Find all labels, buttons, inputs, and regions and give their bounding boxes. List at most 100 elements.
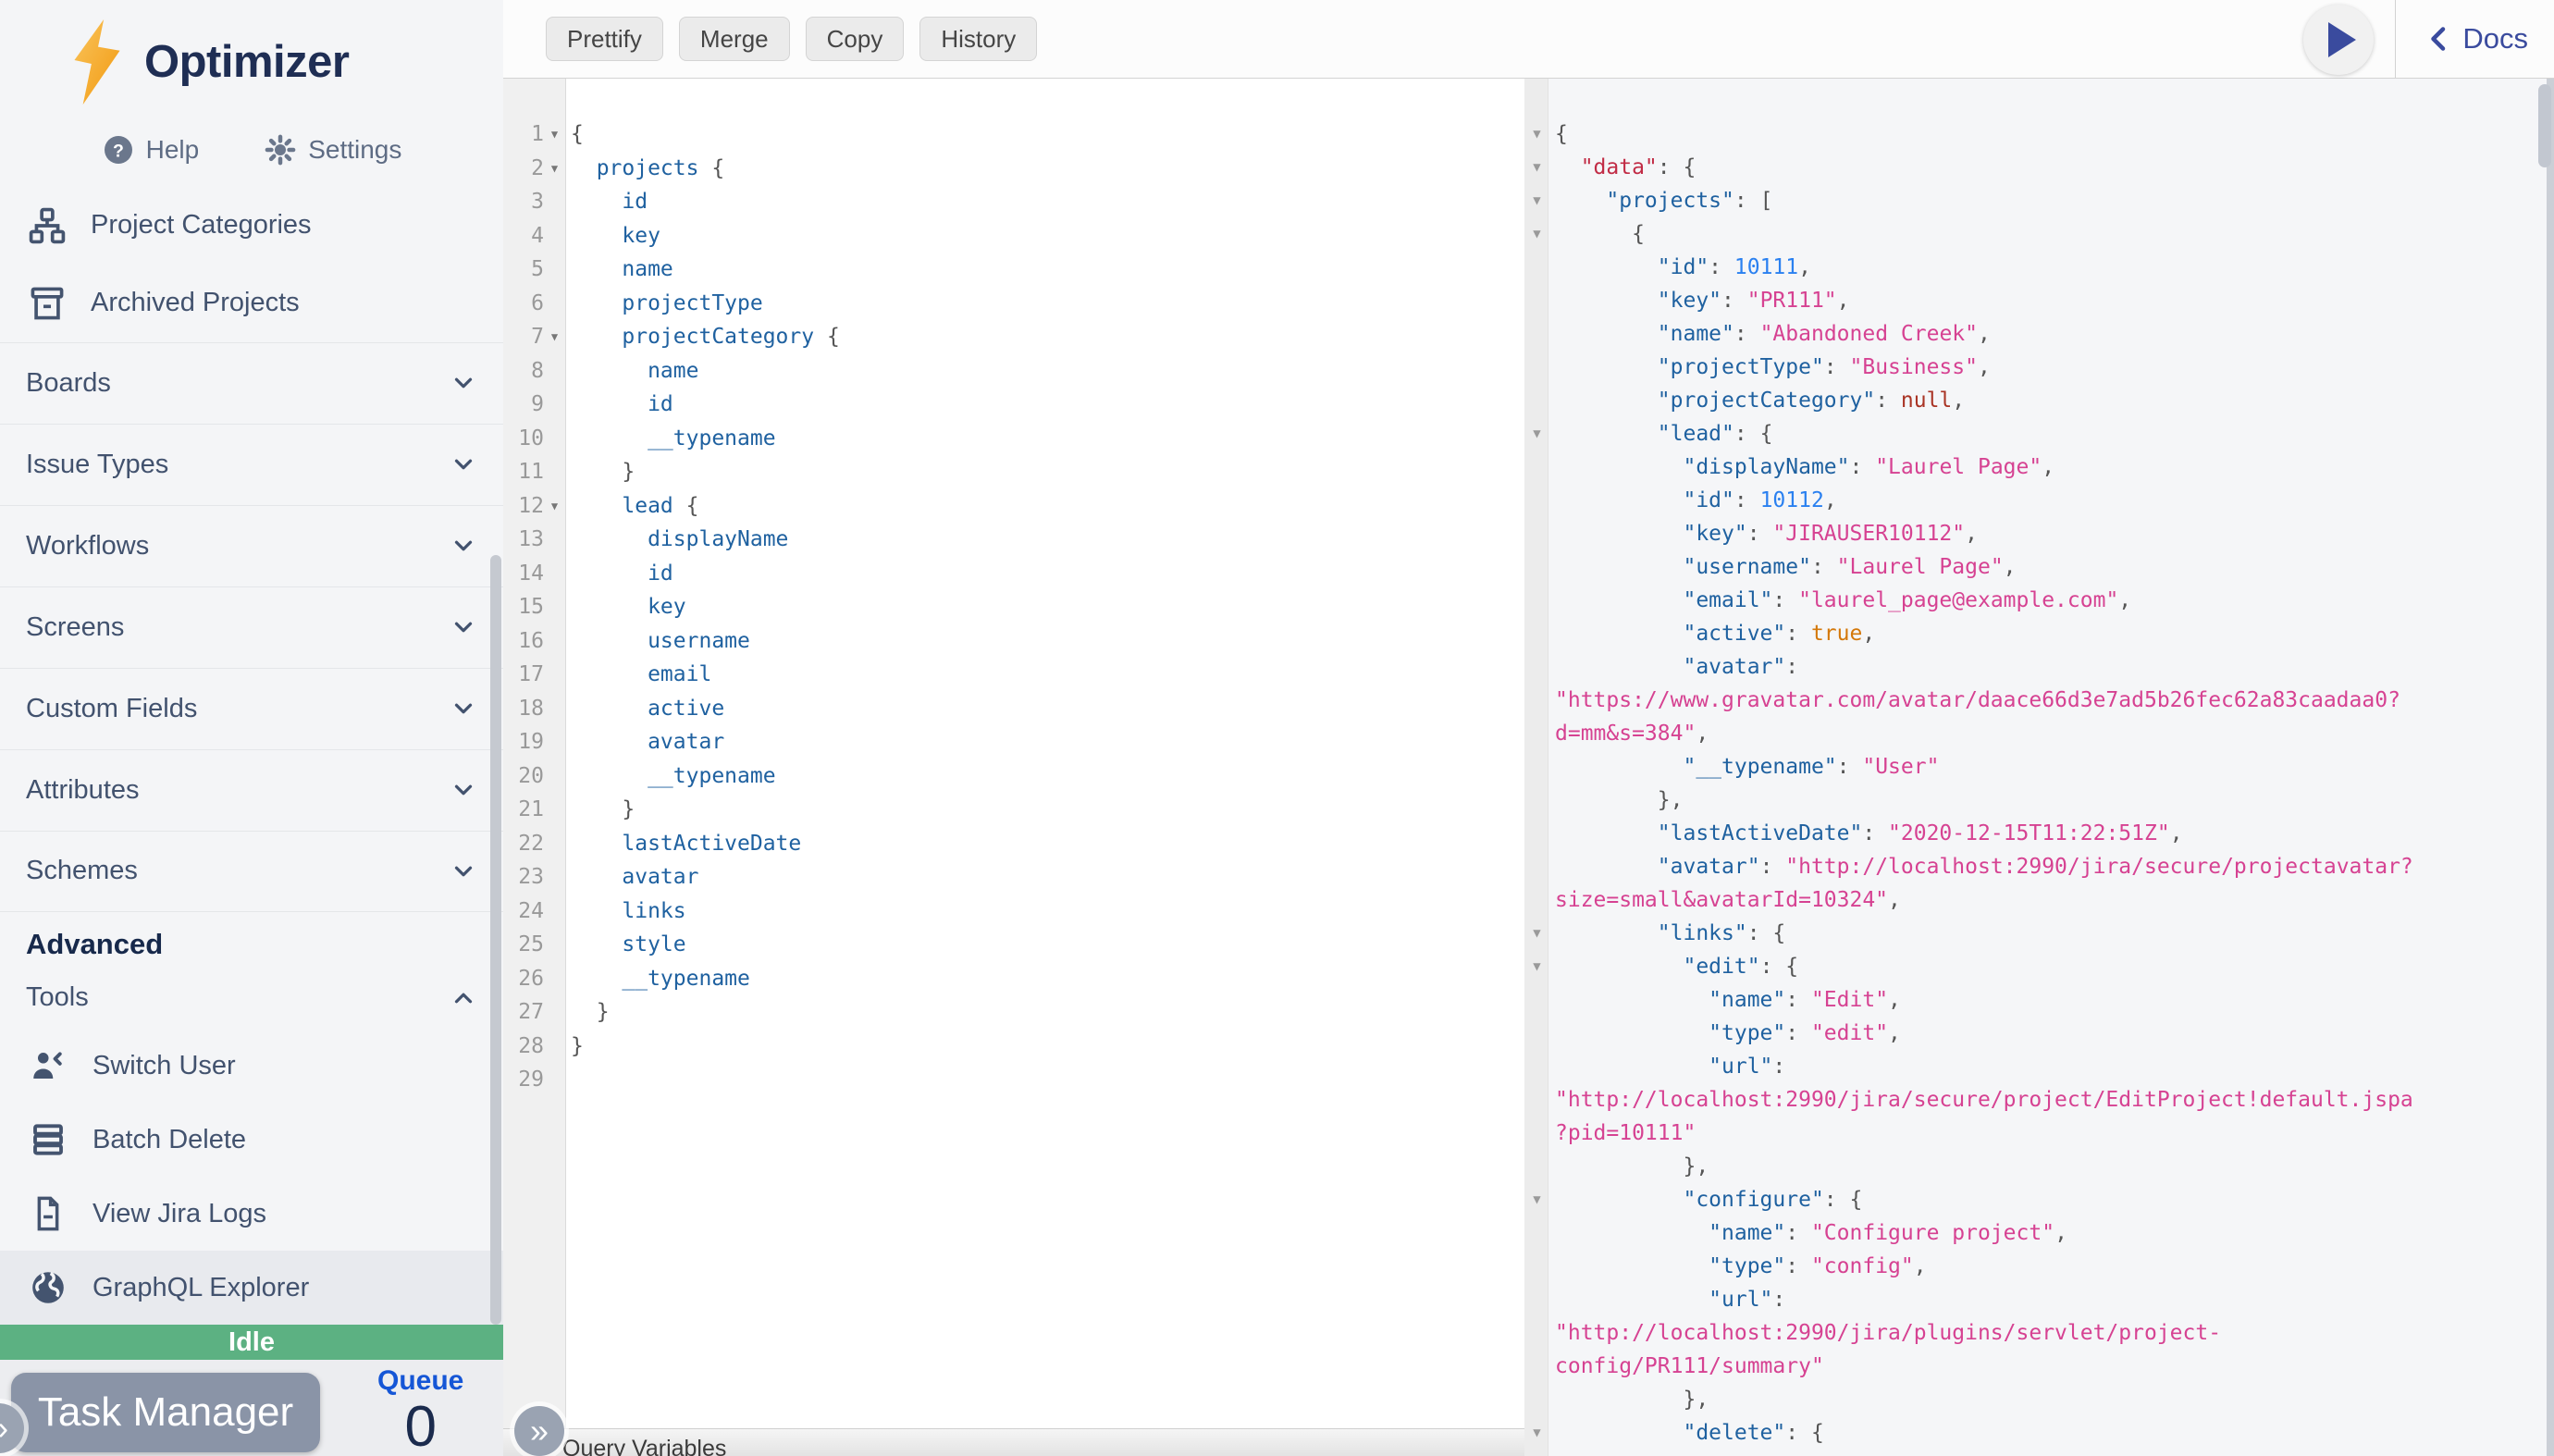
tools-label: Tools: [26, 982, 89, 1013]
settings-link[interactable]: Settings: [264, 133, 401, 167]
fold-toggle-icon[interactable]: ▼: [1524, 950, 1549, 983]
code-line: "type": "config",: [1524, 1250, 2539, 1283]
fold-toggle-icon[interactable]: ▼: [1524, 217, 1549, 251]
fold-toggle-icon: [544, 557, 565, 591]
merge-button[interactable]: Merge: [679, 17, 790, 61]
line-number: 15: [503, 590, 544, 624]
accordion-label: Attributes: [26, 775, 140, 806]
results-scrollbar-thumb[interactable]: [2538, 84, 2551, 167]
queue-count: 0: [404, 1399, 436, 1456]
accordion-workflows[interactable]: Workflows: [0, 505, 503, 586]
fold-toggle-icon: [544, 827, 565, 861]
code-line: "url":: [1524, 1283, 2539, 1316]
code-line: 2▼ projects {: [503, 152, 1524, 186]
query-variables-bar[interactable]: Query Variables: [503, 1428, 1524, 1456]
fold-toggle-icon: [544, 793, 565, 827]
fold-toggle-icon: [1524, 817, 1549, 850]
results-scrollbar-track[interactable]: [2547, 79, 2554, 1456]
code-line: "https://www.gravatar.com/avatar/daace66…: [1524, 684, 2539, 717]
fold-toggle-icon: [1524, 1350, 1549, 1383]
line-number: 5: [503, 253, 544, 287]
sidebar-nav: Project Categories Archived Projects: [0, 187, 503, 342]
code-line: 27 }: [503, 995, 1524, 1030]
fold-toggle-icon: [1524, 1050, 1549, 1083]
sidebar-item-view-jira-logs[interactable]: View Jira Logs: [0, 1177, 503, 1251]
fold-toggle-icon[interactable]: ▼: [1524, 1183, 1549, 1216]
accordion-custom-fields[interactable]: Custom Fields: [0, 668, 503, 749]
expand-panel-button[interactable]: »: [514, 1406, 564, 1456]
fold-toggle-icon[interactable]: ▼: [1524, 1416, 1549, 1450]
docs-toggle[interactable]: Docs: [2418, 0, 2535, 78]
fold-toggle-icon[interactable]: ▼: [544, 320, 565, 354]
fold-toggle-icon[interactable]: ▼: [1524, 184, 1549, 217]
sidebar-scrollbar-thumb[interactable]: [490, 555, 501, 1325]
queue-box: Queue 0: [377, 1365, 463, 1456]
code-line: "displayName": "Laurel Page",: [1524, 450, 2539, 484]
fold-toggle-icon: [1524, 750, 1549, 784]
fold-toggle-icon[interactable]: ▼: [1524, 151, 1549, 184]
fold-toggle-icon[interactable]: ▼: [1524, 117, 1549, 151]
fold-toggle-icon: [1524, 1216, 1549, 1250]
code-line: 7▼ projectCategory {: [503, 320, 1524, 354]
fold-toggle-icon[interactable]: ▼: [544, 489, 565, 524]
results-viewer[interactable]: ▼{▼ "data": {▼ "projects": [▼ { "id": 10…: [1524, 79, 2554, 1456]
line-number: 1: [503, 117, 544, 152]
sidebar-item-archived-projects[interactable]: Archived Projects: [0, 265, 503, 342]
help-link[interactable]: ? Help: [102, 133, 200, 167]
fold-toggle-icon: [1524, 1316, 1549, 1350]
line-number: 11: [503, 455, 544, 489]
task-manager-button[interactable]: Task Manager: [11, 1373, 320, 1452]
code-line: 14 id: [503, 557, 1524, 591]
fold-toggle-icon: [1524, 617, 1549, 650]
accordion-boards[interactable]: Boards: [0, 342, 503, 424]
fold-toggle-icon[interactable]: ▼: [1524, 417, 1549, 450]
sidebar: Optimizer ? Help Settings: [0, 0, 503, 1456]
fold-toggle-icon: [1524, 784, 1549, 817]
fold-toggle-icon: [1524, 284, 1549, 317]
line-number: 13: [503, 523, 544, 557]
code-line: 1▼{: [503, 117, 1524, 152]
sidebar-footer: Task Manager Queue 0: [0, 1360, 503, 1456]
accordion-label: Schemes: [26, 856, 138, 886]
code-line: "name": "Configure project",: [1524, 1216, 2539, 1250]
copy-button[interactable]: Copy: [806, 17, 905, 61]
sidebar-item-graphql-explorer[interactable]: GraphQL Explorer: [0, 1251, 503, 1325]
history-button[interactable]: History: [919, 17, 1037, 61]
code-line: 28}: [503, 1030, 1524, 1064]
code-line: 15 key: [503, 590, 1524, 624]
code-line: ?pid=10111": [1524, 1117, 2539, 1150]
fold-toggle-icon: [544, 422, 565, 456]
accordion-tools[interactable]: Tools: [0, 967, 503, 1029]
fold-toggle-icon: [544, 590, 565, 624]
sidebar-item-batch-delete[interactable]: Batch Delete: [0, 1103, 503, 1177]
fold-toggle-icon[interactable]: ▼: [1524, 917, 1549, 950]
fold-toggle-icon: [544, 895, 565, 929]
accordion-screens[interactable]: Screens: [0, 586, 503, 668]
fold-toggle-icon: [544, 962, 565, 996]
accordion-schemes[interactable]: Schemes: [0, 831, 503, 912]
fold-toggle-icon: [1524, 484, 1549, 517]
accordion-issue-types[interactable]: Issue Types: [0, 424, 503, 505]
fold-toggle-icon: [544, 1030, 565, 1064]
status-badge: Idle: [0, 1325, 503, 1360]
code-line: 19 avatar: [503, 725, 1524, 759]
fold-toggle-icon[interactable]: ▼: [544, 117, 565, 152]
fold-toggle-icon: [1524, 1250, 1549, 1283]
execute-query-button[interactable]: [2303, 5, 2374, 75]
sidebar-item-project-categories[interactable]: Project Categories: [0, 187, 503, 265]
line-number: 6: [503, 287, 544, 321]
accordion-attributes[interactable]: Attributes: [0, 749, 503, 831]
fold-toggle-icon[interactable]: ▼: [544, 152, 565, 186]
tool-item-label: Batch Delete: [93, 1125, 246, 1155]
prettify-button[interactable]: Prettify: [546, 17, 663, 61]
query-editor[interactable]: 1▼{2▼ projects {3 id4 key5 name6 project…: [503, 79, 1524, 1456]
batch-delete-icon: [28, 1120, 68, 1159]
code-line: },: [1524, 1383, 2539, 1416]
fold-toggle-icon: [544, 928, 565, 962]
code-line: d=mm&s=384",: [1524, 717, 2539, 750]
fold-toggle-icon: [1524, 450, 1549, 484]
sidebar-item-switch-user[interactable]: Switch User: [0, 1029, 503, 1103]
line-number: 9: [503, 388, 544, 422]
query-code[interactable]: 1▼{2▼ projects {3 id4 key5 name6 project…: [503, 117, 1524, 1097]
fold-toggle-icon: [1524, 1150, 1549, 1183]
